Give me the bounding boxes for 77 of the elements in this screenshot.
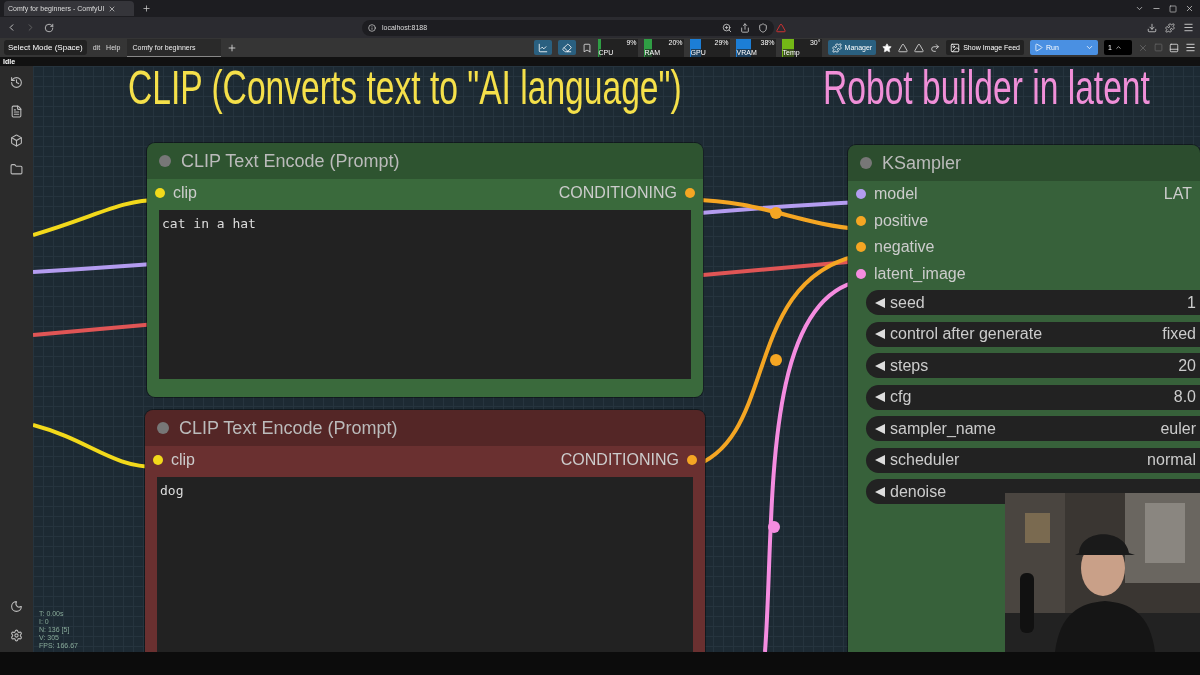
prompt-field[interactable]: cat in a hat bbox=[159, 210, 691, 379]
input-slot[interactable] bbox=[856, 268, 866, 279]
redo-icon[interactable] bbox=[930, 42, 941, 53]
collapse-dot[interactable] bbox=[159, 155, 171, 167]
caption-text: Robot builder in latent bbox=[823, 66, 1150, 115]
slot-label: negative bbox=[874, 238, 935, 257]
widget-field[interactable]: cfg 8.0 bbox=[866, 384, 1200, 410]
collapse-dot[interactable] bbox=[860, 157, 872, 169]
widget-field[interactable]: seed 1 bbox=[866, 290, 1200, 315]
maximize-icon[interactable] bbox=[1169, 4, 1177, 13]
widget-field[interactable]: scheduler normal bbox=[866, 447, 1200, 473]
collapse-dot[interactable] bbox=[157, 422, 169, 434]
output-slot[interactable] bbox=[687, 454, 697, 465]
add-tab-icon[interactable] bbox=[226, 42, 237, 53]
caption-text: CLIP (Converts text to "AI language") bbox=[128, 66, 682, 115]
star-icon[interactable] bbox=[882, 42, 893, 53]
moon-icon[interactable] bbox=[10, 600, 23, 613]
slot-label: LAT bbox=[1163, 185, 1192, 204]
eraser-icon bbox=[561, 42, 572, 53]
play-icon bbox=[1034, 43, 1043, 52]
decrement-icon[interactable] bbox=[874, 391, 886, 403]
slot-label: clip bbox=[173, 183, 197, 202]
slot-label: CONDITIONING bbox=[560, 450, 679, 469]
tooltip: Select Mode (Space) bbox=[4, 40, 87, 55]
node-title: KSampler bbox=[882, 152, 962, 174]
slot-label: latent_image bbox=[874, 264, 966, 283]
download-icon[interactable] bbox=[1147, 22, 1157, 33]
input-slot[interactable] bbox=[856, 242, 866, 253]
slot-label: CONDITIONING bbox=[558, 183, 677, 202]
output-slot[interactable] bbox=[685, 187, 695, 198]
cube-icon[interactable] bbox=[10, 134, 23, 147]
node-title: CLIP Text Encode (Prompt) bbox=[179, 417, 398, 439]
slot-label: positive bbox=[874, 211, 929, 230]
menu-icon[interactable] bbox=[1183, 22, 1194, 33]
tab-list-icon[interactable] bbox=[1135, 4, 1144, 13]
reroute-dot[interactable] bbox=[770, 354, 782, 366]
new-tab-icon[interactable] bbox=[142, 4, 151, 13]
bookmark-icon[interactable] bbox=[581, 42, 592, 53]
bottom-panel-icon[interactable] bbox=[1169, 42, 1179, 53]
input-slot[interactable] bbox=[856, 189, 866, 200]
history-icon[interactable] bbox=[10, 76, 23, 89]
slot-label: model bbox=[874, 185, 918, 204]
shield-icon[interactable] bbox=[758, 22, 768, 33]
extensions-icon[interactable] bbox=[1165, 22, 1175, 33]
reroute-dot[interactable] bbox=[770, 207, 782, 219]
document-icon[interactable] bbox=[10, 105, 23, 118]
folder-icon[interactable] bbox=[10, 163, 23, 176]
widget-field[interactable]: sampler_name euler bbox=[866, 416, 1200, 441]
chart-icon bbox=[537, 42, 548, 53]
zoom-icon[interactable] bbox=[722, 22, 732, 33]
node-title: CLIP Text Encode (Prompt) bbox=[181, 150, 400, 172]
reroute-dot[interactable] bbox=[768, 521, 780, 533]
settings-icon[interactable] bbox=[10, 629, 23, 642]
input-slot[interactable] bbox=[856, 215, 866, 226]
reload-icon[interactable] bbox=[44, 22, 54, 33]
slot-label: clip bbox=[171, 450, 195, 469]
widget-field[interactable]: steps 20 bbox=[866, 353, 1200, 378]
input-slot[interactable] bbox=[155, 187, 165, 198]
widget-field[interactable]: control after generate fixed bbox=[866, 321, 1200, 347]
decrement-icon[interactable] bbox=[874, 296, 886, 309]
share-icon[interactable] bbox=[740, 22, 750, 33]
decrement-icon[interactable] bbox=[874, 328, 886, 340]
info-icon bbox=[368, 23, 376, 32]
decrement-icon[interactable] bbox=[874, 454, 886, 466]
stepper-icon[interactable] bbox=[1114, 44, 1122, 51]
decrement-icon[interactable] bbox=[874, 359, 886, 372]
decrement-icon[interactable] bbox=[874, 422, 886, 435]
image-icon bbox=[950, 42, 961, 53]
puzzle-icon bbox=[831, 42, 842, 53]
menu-icon[interactable] bbox=[1185, 42, 1196, 53]
input-slot[interactable] bbox=[153, 454, 163, 465]
decrement-icon[interactable] bbox=[874, 485, 886, 498]
prompt-field[interactable]: dog bbox=[157, 477, 693, 652]
chart-button[interactable] bbox=[533, 40, 552, 55]
close-icon[interactable] bbox=[1185, 4, 1194, 13]
close-icon[interactable] bbox=[108, 4, 117, 13]
eraser-button[interactable] bbox=[557, 40, 576, 55]
